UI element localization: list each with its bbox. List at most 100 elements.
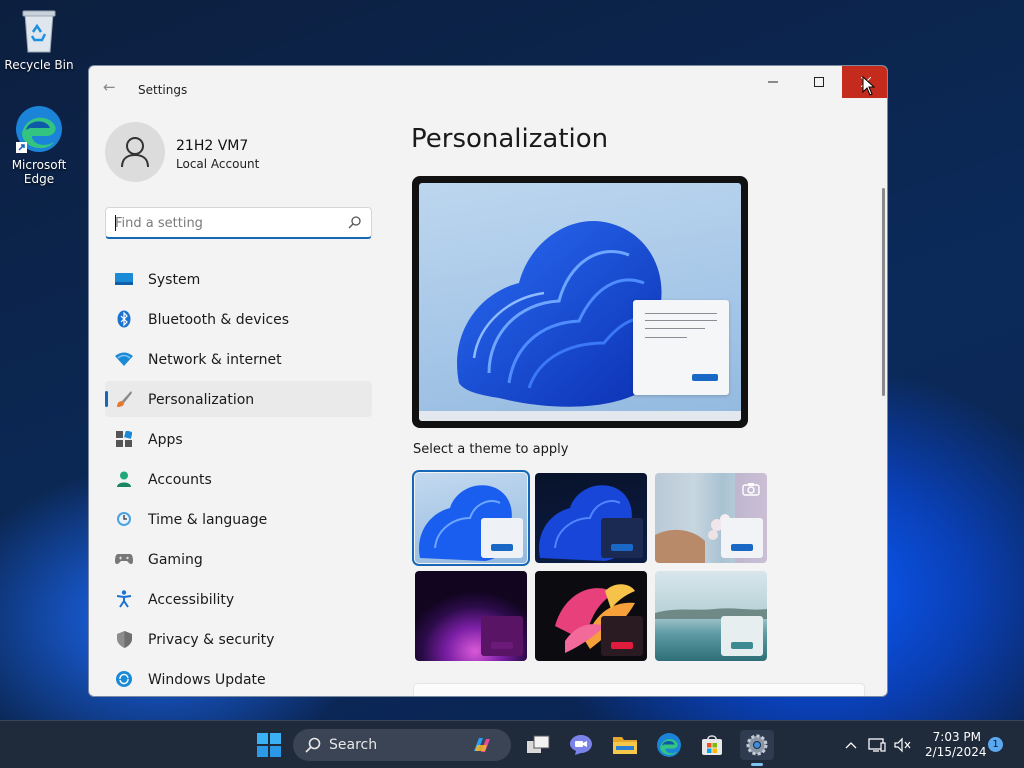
- theme-windows-light[interactable]: [412, 470, 530, 566]
- taskbar-clock[interactable]: 7:03 PM 2/15/2024: [925, 730, 987, 760]
- text-caret: [115, 215, 116, 231]
- camera-icon: [742, 483, 760, 496]
- minimize-icon: [768, 81, 778, 83]
- accounts-icon: [115, 470, 133, 488]
- volume-tray-icon[interactable]: [891, 730, 915, 760]
- settings-search-box[interactable]: [105, 207, 372, 239]
- nav-item-accessibility[interactable]: Accessibility: [105, 581, 372, 617]
- maximize-icon: [814, 77, 824, 87]
- maximize-button[interactable]: [796, 66, 842, 98]
- user-name: 21H2 VM7: [176, 138, 249, 154]
- nav-label: Time & language: [148, 512, 268, 528]
- brush-icon: [115, 390, 133, 408]
- folder-icon: [613, 737, 637, 754]
- desktop-icon-edge[interactable]: Microsoft Edge: [1, 104, 77, 186]
- show-hidden-icons-button[interactable]: [836, 730, 866, 760]
- windows-logo-icon: [257, 733, 281, 757]
- nav-item-bluetooth[interactable]: Bluetooth & devices: [105, 301, 372, 337]
- scrollbar[interactable]: [882, 188, 885, 396]
- network-icon: [868, 738, 886, 752]
- clock-time: 7:03 PM: [932, 730, 981, 744]
- theme-preview: [412, 176, 748, 428]
- preview-dialog: [633, 300, 729, 395]
- avatar[interactable]: [105, 122, 165, 182]
- network-tray-icon[interactable]: [865, 730, 889, 760]
- clock-date: 2/15/2024: [925, 745, 987, 759]
- nav-item-privacy[interactable]: Privacy & security: [105, 621, 372, 657]
- settings-window: ← Settings 21H2 VM7 Local Account System: [88, 65, 888, 697]
- search-icon[interactable]: [348, 216, 361, 229]
- back-arrow-icon[interactable]: ←: [103, 80, 116, 95]
- nav-label: System: [148, 272, 201, 288]
- nav-label: Accounts: [148, 472, 212, 488]
- taskbar-search-label: Search: [329, 737, 378, 753]
- settings-nav: System Bluetooth & devices Network & int…: [105, 261, 372, 696]
- store-button[interactable]: [697, 730, 727, 760]
- title-bar: ← Settings: [89, 66, 887, 100]
- desktop-icon-label: Recycle Bin: [4, 58, 74, 72]
- page-title: Personalization: [411, 124, 609, 154]
- mouse-cursor-icon: [862, 76, 875, 96]
- theme-windows-dark[interactable]: [535, 473, 647, 563]
- content-card[interactable]: [413, 683, 865, 696]
- themes-heading: Select a theme to apply: [413, 442, 569, 457]
- chat-button[interactable]: [566, 730, 596, 760]
- nav-item-personalization[interactable]: Personalization: [105, 381, 372, 417]
- system-icon: [115, 270, 133, 288]
- window-title: Settings: [138, 83, 188, 97]
- recycle-bin-icon: [22, 10, 56, 53]
- copilot-icon: [474, 738, 490, 752]
- update-icon: [115, 670, 133, 688]
- chevron-up-icon: [845, 742, 857, 749]
- nav-item-windows-update[interactable]: Windows Update: [105, 661, 372, 696]
- nav-label: Personalization: [148, 392, 255, 408]
- desktop-icon-label: Microsoft Edge: [11, 158, 67, 186]
- edge-icon: [657, 733, 681, 757]
- account-type: Local Account: [176, 157, 260, 171]
- chat-icon: [570, 735, 592, 755]
- nav-label: Windows Update: [148, 672, 266, 688]
- nav-label: Bluetooth & devices: [148, 312, 290, 328]
- accessibility-icon: [115, 590, 133, 608]
- minimize-button[interactable]: [750, 66, 796, 98]
- edge-taskbar-button[interactable]: [654, 730, 684, 760]
- volume-muted-icon: [894, 737, 911, 753]
- apps-icon: [115, 430, 133, 448]
- user-icon: [121, 137, 149, 168]
- preview-wallpaper: [419, 183, 741, 421]
- taskbar-search[interactable]: Search: [293, 729, 511, 761]
- theme-glow[interactable]: [415, 571, 527, 661]
- nav-item-time-language[interactable]: Time & language: [105, 501, 372, 537]
- taskbar: Search 7:03 PM 2/15/2024 1: [0, 720, 1024, 768]
- store-icon: [702, 735, 722, 755]
- nav-label: Network & internet: [148, 352, 282, 368]
- nav-item-network[interactable]: Network & internet: [105, 341, 372, 377]
- wifi-icon: [115, 350, 133, 368]
- start-button[interactable]: [254, 730, 284, 760]
- search-input[interactable]: [115, 213, 335, 233]
- nav-item-system[interactable]: System: [105, 261, 372, 297]
- desktop-icon-recycle-bin[interactable]: Recycle Bin: [1, 8, 77, 72]
- gamepad-icon: [115, 550, 133, 568]
- bluetooth-icon: [115, 310, 133, 328]
- notification-badge[interactable]: 1: [988, 737, 1003, 752]
- nav-item-accounts[interactable]: Accounts: [105, 461, 372, 497]
- file-explorer-button[interactable]: [610, 730, 640, 760]
- nav-label: Apps: [148, 432, 183, 448]
- active-app-indicator: [751, 763, 763, 766]
- theme-spotlight[interactable]: [655, 473, 767, 563]
- settings-taskbar-button[interactable]: [740, 730, 774, 766]
- gear-icon: [746, 734, 768, 756]
- nav-label: Privacy & security: [148, 632, 275, 648]
- theme-flow[interactable]: [655, 571, 767, 661]
- search-icon: [305, 737, 321, 753]
- nav-label: Gaming: [148, 552, 203, 568]
- nav-item-apps[interactable]: Apps: [105, 421, 372, 457]
- theme-captured-motion[interactable]: [535, 571, 647, 661]
- nav-item-gaming[interactable]: Gaming: [105, 541, 372, 577]
- edge-icon: [16, 106, 62, 153]
- task-view-button[interactable]: [523, 730, 553, 760]
- nav-label: Accessibility: [148, 592, 235, 608]
- clock-icon: [115, 510, 133, 528]
- task-view-icon: [527, 735, 550, 753]
